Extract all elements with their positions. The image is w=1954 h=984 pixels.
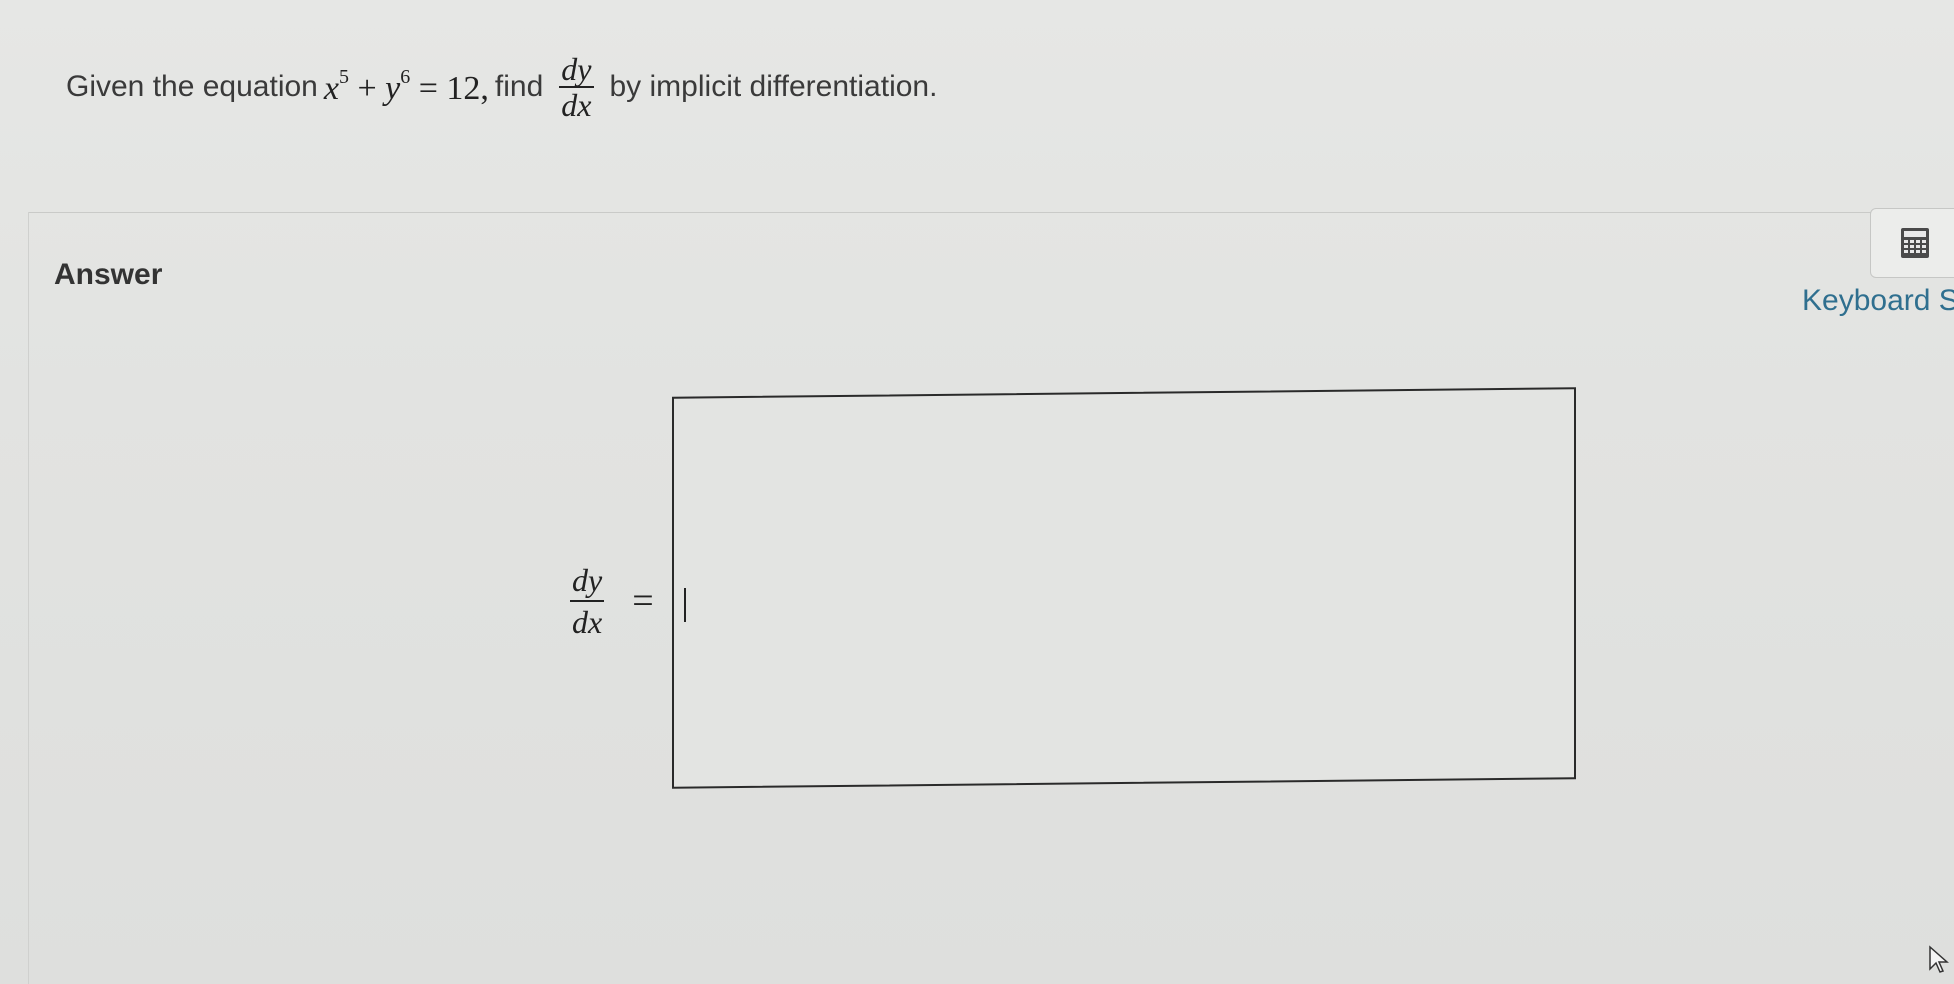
- calculator-button[interactable]: [1870, 208, 1954, 278]
- calculator-icon: [1900, 227, 1930, 259]
- equation-x-exponent: 5: [338, 66, 349, 88]
- answer-heading: Answer: [54, 258, 163, 291]
- mouse-pointer-icon: [1928, 945, 1950, 980]
- question-panel: Given the equation x5 + y6 = 12, find dy…: [28, 0, 1954, 213]
- answer-numerator: dy: [572, 562, 603, 598]
- question-equation: x5 + y6 = 12,: [324, 66, 489, 108]
- derivative-denominator: dx: [561, 87, 592, 123]
- page: Given the equation x5 + y6 = 12, find dy…: [0, 0, 1954, 984]
- equals-sign: =: [632, 580, 654, 622]
- answer-denominator: dx: [572, 604, 603, 640]
- answer-derivative: dy dx: [570, 560, 605, 642]
- derivative-numerator: dy: [561, 51, 592, 87]
- equation-rest: = 12,: [418, 70, 489, 107]
- answer-input[interactable]: [672, 387, 1576, 789]
- question-suffix: by implicit differentiation.: [609, 70, 938, 103]
- equation-y-exponent: 6: [400, 66, 411, 88]
- question-find: find: [494, 70, 544, 103]
- question-derivative: dy dx: [559, 51, 594, 123]
- left-divider: [28, 212, 29, 984]
- answer-expression: dy dx =: [560, 560, 654, 642]
- question-prefix: Given the equation: [66, 70, 318, 103]
- keyboard-shortcuts-link[interactable]: Keyboard S: [1802, 284, 1954, 318]
- equation-y: y: [385, 70, 401, 107]
- equation-x: x: [323, 70, 339, 107]
- equation-plus: +: [357, 70, 377, 107]
- question-text: Given the equation x5 + y6 = 12, find dy…: [60, 52, 943, 122]
- text-caret: [684, 588, 686, 622]
